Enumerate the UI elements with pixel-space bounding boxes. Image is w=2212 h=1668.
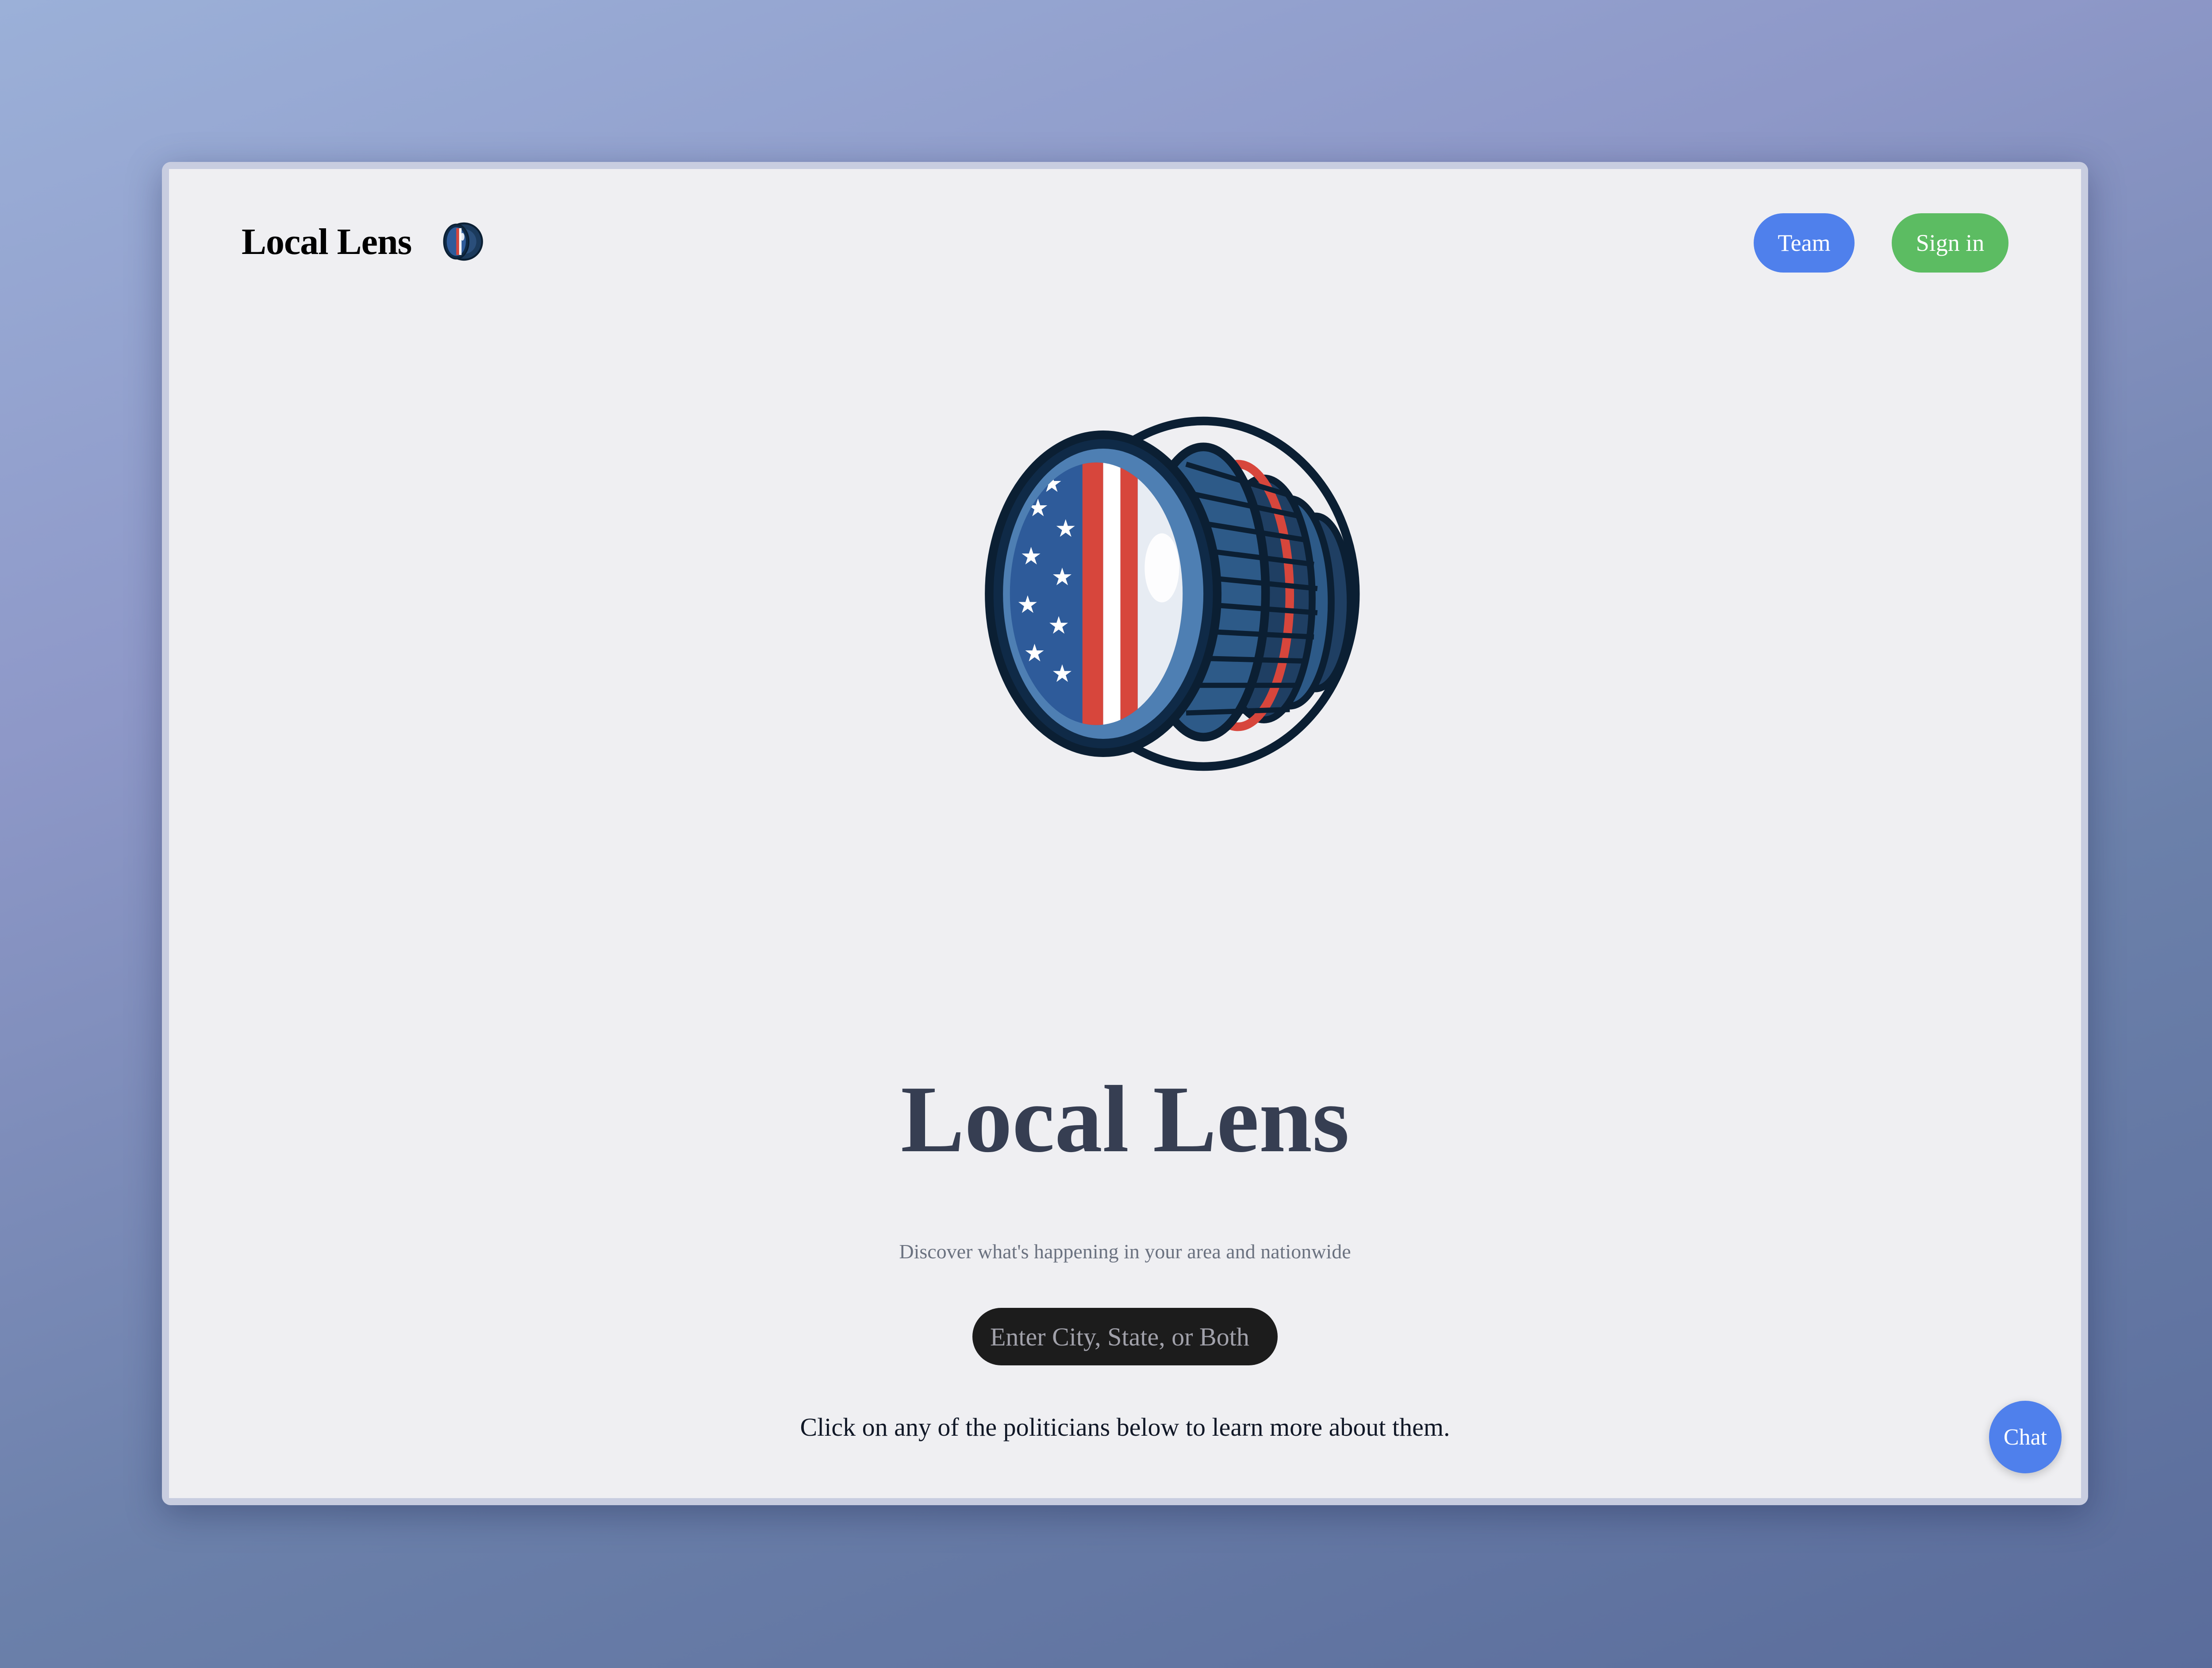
svg-text:★: ★ xyxy=(1020,542,1042,570)
nav-brand[interactable]: Local Lens xyxy=(242,218,484,265)
page-subtitle: Discover what's happening in your area a… xyxy=(899,1240,1351,1263)
nav-buttons: Team Sign in xyxy=(1754,213,2008,273)
chat-button[interactable]: Chat xyxy=(1989,1401,2062,1473)
instructions-text: Click on any of the politicians below to… xyxy=(800,1413,1450,1441)
team-button[interactable]: Team xyxy=(1754,213,1855,273)
camera-lens-flag-icon: ★★ ★★ ★★ ★★ ★ xyxy=(985,416,1360,771)
camera-lens-flag-icon xyxy=(443,222,484,261)
search-container xyxy=(169,1308,2081,1365)
svg-text:★: ★ xyxy=(1024,638,1045,667)
svg-text:★: ★ xyxy=(1051,562,1073,591)
sign-in-button[interactable]: Sign in xyxy=(1892,213,2008,273)
svg-text:★: ★ xyxy=(1017,590,1038,619)
brand-title[interactable]: Local Lens xyxy=(242,220,412,263)
location-search-input[interactable] xyxy=(972,1308,1278,1365)
page-title: Local Lens xyxy=(900,1066,1350,1172)
browser-window: Local Lens Team Sign in ★ ★ ★ ★ ★ ★ ★ ★ … xyxy=(162,162,2088,1505)
svg-text:★: ★ xyxy=(1048,611,1070,639)
svg-text:★: ★ xyxy=(1055,514,1076,542)
svg-text:★: ★ xyxy=(1051,659,1073,688)
page: Local Lens Team Sign in ★ ★ ★ ★ ★ ★ ★ ★ … xyxy=(169,169,2081,1498)
